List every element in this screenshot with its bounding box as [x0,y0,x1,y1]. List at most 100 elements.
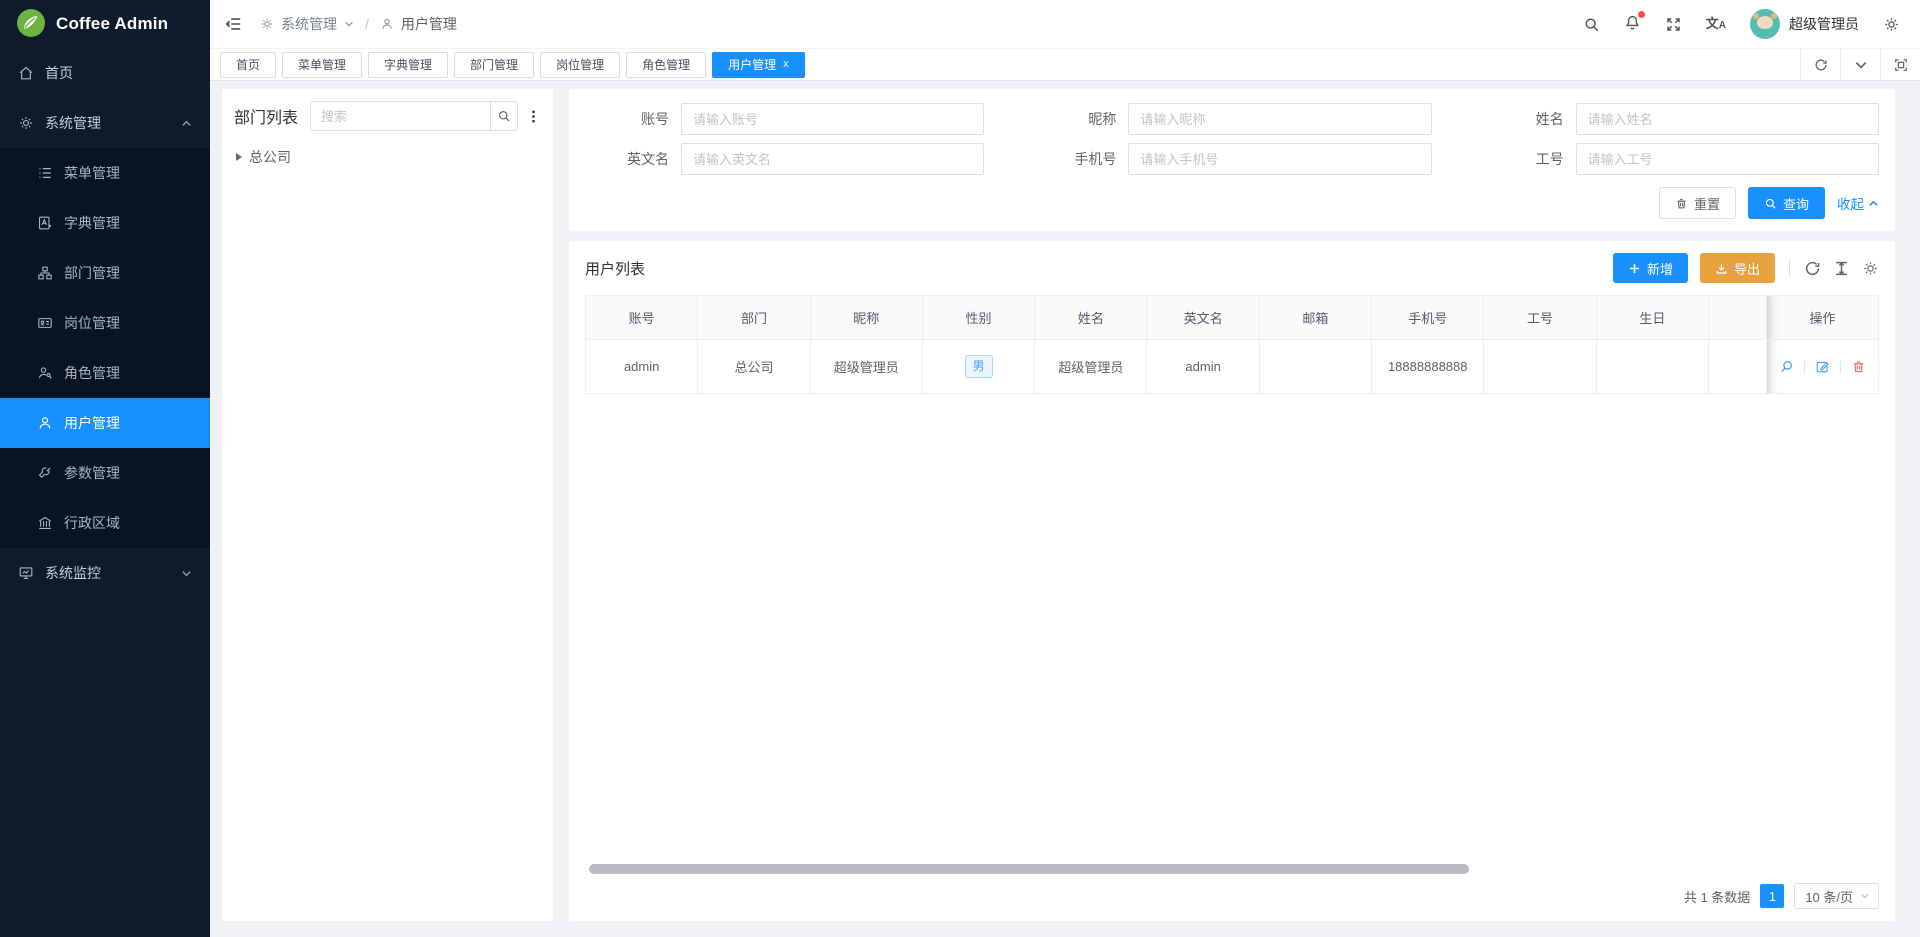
add-user-button[interactable]: 新增 [1613,253,1688,283]
col-account[interactable]: 账号 [586,296,698,340]
sidebar-item-post-mgmt[interactable]: 岗位管理 [0,298,210,348]
language-switch-icon[interactable]: 文A [1706,17,1726,31]
tabbar: 首页 菜单管理 字典管理 部门管理 岗位管理 角色管理 用户管理 x [210,48,1920,81]
sidebar-item-monitor[interactable]: 系统监控 [0,548,210,598]
cell-work-no [1484,340,1596,394]
reset-button[interactable]: 重置 [1659,187,1736,219]
col-en-name[interactable]: 英文名 [1147,296,1259,340]
dept-search-button[interactable] [490,101,518,131]
delete-trash-icon[interactable] [1851,359,1866,374]
tree-node-company[interactable]: 总公司 [234,147,541,167]
breadcrumb-item-current: 用户管理 [401,14,457,34]
brand-title: Coffee Admin [56,14,168,34]
expand-icon [1894,58,1908,72]
sidebar-item-system[interactable]: 系统管理 [0,98,210,148]
dept-more-button[interactable] [526,109,541,124]
user-list-header: 用户列表 新增 导出 [585,253,1879,283]
page-size-select[interactable]: 10 条/页 [1794,883,1879,909]
en-name-input[interactable] [681,143,984,175]
cell-gender: 男 [922,340,1034,394]
dept-search-input[interactable] [310,101,490,131]
col-birthday[interactable]: 生日 [1596,296,1708,340]
breadcrumb: 系统管理 / 用户管理 [260,14,457,34]
sidebar-item-param-mgmt[interactable]: 参数管理 [0,448,210,498]
close-icon[interactable]: x [783,59,789,70]
tab-user-mgmt[interactable]: 用户管理 x [712,52,805,78]
sidebar-item-dict-mgmt[interactable]: 字典管理 [0,198,210,248]
phone-input[interactable] [1128,143,1431,175]
settings-gear-icon[interactable] [1883,16,1900,33]
content-fullscreen-button[interactable] [1880,49,1920,80]
op-separator [1840,360,1841,373]
tab-role-mgmt[interactable]: 角色管理 [626,52,706,78]
col-gender[interactable]: 性别 [922,296,1034,340]
cell-birthday [1596,340,1708,394]
caret-right-icon[interactable] [236,153,242,161]
field-name: 姓名 [1480,103,1879,135]
name-input[interactable] [1576,103,1879,135]
list-icon [37,165,53,181]
refresh-icon[interactable] [1804,260,1821,277]
account-input[interactable] [681,103,984,135]
field-label: 工号 [1480,149,1576,169]
user-menu[interactable]: 超级管理员 [1750,9,1859,39]
col-name[interactable]: 姓名 [1035,296,1147,340]
horizontal-scrollbar-thumb[interactable] [589,864,1469,874]
collapse-sidebar-icon[interactable] [224,15,242,33]
content: 部门列表 总公司 [210,81,1920,937]
export-button[interactable]: 导出 [1700,253,1775,283]
cell-nickname: 超级管理员 [810,340,922,394]
sidebar-item-region[interactable]: 行政区域 [0,498,210,548]
user-list-title: 用户列表 [585,258,645,279]
sidebar-item-role-mgmt[interactable]: 角色管理 [0,348,210,398]
tab-dict-mgmt[interactable]: 字典管理 [368,52,448,78]
cell-dept: 总公司 [698,340,810,394]
gear-icon [18,115,34,131]
tab-home[interactable]: 首页 [220,52,276,78]
collapse-filters-link[interactable]: 收起 [1837,193,1879,213]
col-email[interactable]: 邮箱 [1259,296,1371,340]
column-settings-gear-icon[interactable] [1862,260,1879,277]
field-label: 姓名 [1480,109,1576,129]
dept-panel-header: 部门列表 [234,101,541,131]
refresh-tab-button[interactable] [1800,49,1840,80]
tab-post-mgmt[interactable]: 岗位管理 [540,52,620,78]
col-gap [1709,296,1767,340]
sidebar-item-home[interactable]: 首页 [0,48,210,98]
search-icon[interactable] [1583,16,1600,33]
tab-dropdown-button[interactable] [1840,49,1880,80]
total-count: 共 1 条数据 [1684,887,1750,906]
work-no-input[interactable] [1576,143,1879,175]
view-magnifier-icon[interactable] [1779,359,1794,374]
query-button[interactable]: 查询 [1748,187,1825,219]
table-row[interactable]: admin 总公司 超级管理员 男 超级管理员 admin 1888888888… [586,340,1879,394]
col-phone[interactable]: 手机号 [1372,296,1484,340]
notifications-button[interactable] [1624,14,1641,34]
sidebar-item-user-mgmt[interactable]: 用户管理 [0,398,210,448]
logo-row[interactable]: Coffee Admin [0,0,210,48]
breadcrumb-item-system[interactable]: 系统管理 [281,14,337,34]
sidebar-item-dept-mgmt[interactable]: 部门管理 [0,248,210,298]
col-nickname[interactable]: 昵称 [810,296,922,340]
sidebar-item-label: 行政区域 [64,513,120,533]
tab-dept-mgmt[interactable]: 部门管理 [454,52,534,78]
cell-operations [1767,340,1879,394]
sidebar-item-label: 系统监控 [45,563,101,583]
sidebar: Coffee Admin 首页 系统管理 菜单管理 字典管理 部门管理 [0,0,210,937]
plus-icon [1628,262,1641,275]
field-nickname: 昵称 [1032,103,1431,135]
tab-menu-mgmt[interactable]: 菜单管理 [282,52,362,78]
table-header-row: 账号 部门 昵称 性别 姓名 英文名 邮箱 手机号 工号 生日 [586,296,1879,340]
page-1-button[interactable]: 1 [1760,884,1784,908]
row-height-icon[interactable] [1833,260,1850,277]
edit-icon[interactable] [1815,359,1830,374]
page-size-value: 10 条/页 [1805,887,1853,906]
nickname-input[interactable] [1128,103,1431,135]
kebab-menu-icon [526,109,541,124]
user-icon [380,17,394,31]
fullscreen-icon[interactable] [1665,16,1682,33]
sidebar-item-menu-mgmt[interactable]: 菜单管理 [0,148,210,198]
col-dept[interactable]: 部门 [698,296,810,340]
dept-search-group [310,101,518,131]
col-work-no[interactable]: 工号 [1484,296,1596,340]
